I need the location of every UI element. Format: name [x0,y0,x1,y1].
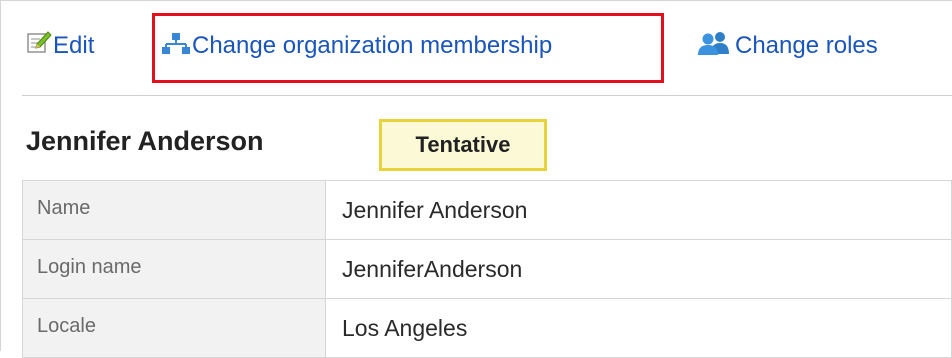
edit-label: Edit [53,32,95,59]
highlight-annotation-box [152,13,664,83]
table-row: Name Jennifer Anderson [22,180,952,240]
change-roles-link[interactable]: Change roles [694,28,878,64]
edit-link[interactable]: Edit [26,28,94,64]
user-display-name: Jennifer Anderson [26,126,264,156]
table-row: Login name JenniferAnderson [22,239,952,299]
users-icon [694,30,734,63]
toolbar-divider [22,95,952,96]
detail-label: Login name [22,239,326,299]
user-details-table: Name Jennifer Anderson Login name Jennif… [22,180,952,358]
detail-value: Los Angeles [325,298,952,358]
status-badge: Tentative [379,119,547,171]
edit-icon [26,30,52,62]
change-roles-label: Change roles [735,32,878,59]
detail-label: Locale [22,298,326,358]
detail-value: Jennifer Anderson [325,180,952,240]
detail-label: Name [22,180,326,240]
detail-value: JenniferAnderson [325,239,952,299]
table-row: Locale Los Angeles [22,298,952,358]
